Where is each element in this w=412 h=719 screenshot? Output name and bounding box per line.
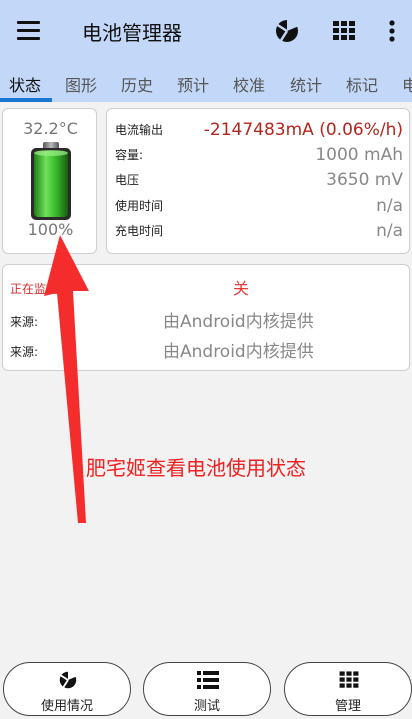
pie-chart-icon bbox=[56, 668, 80, 692]
stat-row-usage-time: 使用时间 n/a bbox=[115, 192, 403, 216]
tab-history[interactable]: 历史 bbox=[121, 72, 153, 96]
stat-label: 充电时间 bbox=[115, 224, 164, 238]
grid-icon[interactable] bbox=[330, 18, 358, 44]
button-label: 使用情况 bbox=[40, 699, 93, 714]
manage-button[interactable]: 管理 bbox=[284, 662, 412, 716]
tab-overflow[interactable]: 电 bbox=[402, 72, 412, 96]
tab-statistics[interactable]: 统计 bbox=[290, 72, 322, 96]
usage-button[interactable]: 使用情况 bbox=[3, 662, 131, 716]
tab-estimate[interactable]: 预计 bbox=[177, 72, 209, 96]
stat-label: 使用时间 bbox=[115, 199, 164, 213]
stat-value: n/a bbox=[376, 221, 403, 241]
grid-icon bbox=[337, 668, 361, 692]
app-title: 电池管理器 bbox=[82, 21, 182, 45]
tab-calibrate[interactable]: 校准 bbox=[233, 72, 265, 96]
pie-chart-icon[interactable] bbox=[271, 15, 303, 47]
battery-stats-card: 电流输出 -2147483mA (0.06%/h) 容量: 1000 mAh 电… bbox=[106, 108, 410, 254]
stat-row-voltage: 电压 3650 mV bbox=[115, 166, 403, 190]
tab-status[interactable]: 状态 bbox=[9, 72, 41, 96]
battery-icon bbox=[28, 141, 74, 223]
button-label: 管理 bbox=[334, 699, 361, 714]
source-label: 来源: bbox=[10, 345, 39, 359]
stat-value: 1000 mAh bbox=[315, 145, 403, 165]
annotation-text: 肥宅姬查看电池使用状态 bbox=[86, 456, 306, 480]
source-label: 来源: bbox=[10, 315, 39, 329]
stat-label: 容量: bbox=[115, 148, 144, 162]
hamburger-menu-icon[interactable] bbox=[12, 15, 46, 45]
stat-label: 电流输出 bbox=[115, 123, 164, 137]
more-vert-icon[interactable] bbox=[382, 16, 402, 46]
stat-label: 电压 bbox=[115, 173, 140, 187]
list-icon bbox=[196, 668, 220, 692]
tab-indicator bbox=[0, 98, 52, 102]
stat-row-current: 电流输出 -2147483mA (0.06%/h) bbox=[115, 116, 403, 140]
app-bar: 电池管理器 bbox=[0, 0, 412, 62]
tab-bar: 状态 图形 历史 预计 校准 统计 标记 电 bbox=[0, 62, 412, 102]
stat-value: -2147483mA (0.06%/h) bbox=[203, 120, 403, 140]
stat-row-capacity: 容量: 1000 mAh bbox=[115, 141, 403, 165]
stat-row-charge-time: 充电时间 n/a bbox=[115, 217, 403, 241]
battery-temperature: 32.2°C bbox=[23, 119, 78, 138]
test-button[interactable]: 测试 bbox=[143, 662, 271, 716]
tab-graph[interactable]: 图形 bbox=[65, 72, 97, 96]
tab-markers[interactable]: 标记 bbox=[346, 72, 378, 96]
source-value: 由Android内核提供 bbox=[163, 312, 314, 332]
stat-value: 3650 mV bbox=[326, 170, 403, 190]
button-label: 测试 bbox=[193, 699, 220, 714]
annotation-arrow bbox=[44, 235, 89, 523]
source-value: 由Android内核提供 bbox=[163, 342, 314, 362]
stat-value: n/a bbox=[376, 196, 403, 216]
